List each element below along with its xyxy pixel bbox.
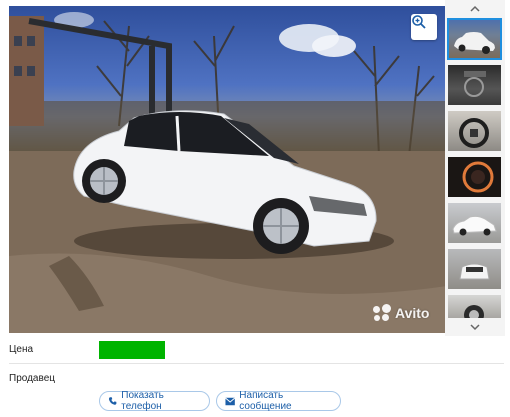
thumbnail-7-image <box>464 305 484 318</box>
main-photo[interactable]: Avito <box>9 6 447 333</box>
phone-icon <box>108 397 117 405</box>
thumbnail-5-image <box>452 215 497 236</box>
thumbnail-2-image <box>464 71 486 97</box>
write-message-button[interactable]: Написать сообщение <box>216 390 341 412</box>
zoom-in-icon <box>412 15 426 29</box>
show-phone-button[interactable]: Показать телефон <box>99 390 210 412</box>
thumbnail-scroll-down-button[interactable] <box>445 320 505 334</box>
avito-watermark: Avito <box>373 304 429 322</box>
write-message-label: Написать сообщение <box>239 390 292 412</box>
thumbnail-2[interactable] <box>448 65 501 105</box>
watermark-text: Avito <box>395 305 430 321</box>
thumbnail-6-image <box>459 263 490 280</box>
zoom-button[interactable] <box>411 14 437 40</box>
thumbnail-5[interactable] <box>448 203 501 243</box>
price-label: Цена <box>9 344 34 355</box>
thumbnail-1[interactable] <box>447 18 502 60</box>
seller-label: Продавец <box>9 373 55 384</box>
chevron-down-icon <box>470 324 480 331</box>
thumbnail-4[interactable] <box>448 157 501 197</box>
avito-logo-icon <box>373 304 391 322</box>
thumbnail-7[interactable] <box>448 295 501 318</box>
thumbnail-strip <box>445 0 505 336</box>
photo-gallery: Avito <box>9 6 447 333</box>
divider <box>9 363 504 364</box>
thumbnail-3[interactable] <box>448 111 501 151</box>
price-value-redacted <box>99 341 165 359</box>
thumbnail-1-image <box>454 32 495 54</box>
thumbnail-scroll-up-button[interactable] <box>445 2 505 16</box>
envelope-icon <box>225 397 236 405</box>
chevron-up-icon <box>470 5 480 12</box>
car-photo-illustration <box>9 12 447 333</box>
thumbnail-4-image <box>462 161 494 193</box>
show-phone-label: Показать телефон <box>121 390 164 412</box>
thumbnail-6[interactable] <box>448 249 501 289</box>
thumbnail-3-image <box>459 118 489 148</box>
